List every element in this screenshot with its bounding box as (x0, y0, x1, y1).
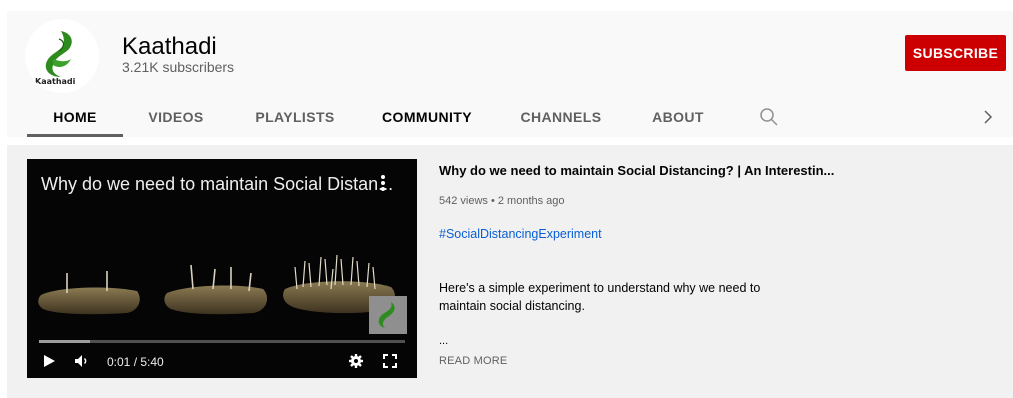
hashtag-link[interactable]: #SocialDistancingExperiment (439, 227, 602, 241)
more-vert-icon[interactable] (377, 173, 389, 195)
tab-about[interactable]: ABOUT (643, 97, 713, 137)
settings-icon[interactable] (347, 351, 365, 371)
read-more-button[interactable]: READ MORE (439, 355, 507, 367)
video-description: Here's a simple experiment to understand… (439, 281, 761, 313)
video-player[interactable]: Why do we need to maintain Social Distan… (27, 159, 417, 378)
chevron-right-icon[interactable] (976, 105, 1000, 129)
channel-name[interactable]: Kaathadi (122, 33, 217, 61)
tab-playlists[interactable]: PLAYLISTS (247, 97, 343, 137)
channel-watermark-icon[interactable] (369, 296, 407, 334)
video-progress-bar[interactable] (39, 340, 405, 343)
tab-channels[interactable]: CHANNELS (513, 97, 609, 137)
volume-icon[interactable] (73, 351, 91, 371)
tab-home[interactable]: HOME (27, 97, 123, 137)
player-title[interactable]: Why do we need to maintain Social Distan… (41, 174, 393, 195)
channel-avatar[interactable]: Kaathadi (25, 19, 99, 93)
featured-video-section: Why do we need to maintain Social Distan… (7, 145, 1013, 398)
video-progress-fill (39, 340, 91, 343)
play-icon[interactable] (41, 351, 57, 371)
description-ellipsis: ... (439, 335, 449, 347)
channel-page: Kaathadi Kaathadi 3.21K subscribers SUBS… (0, 0, 1013, 398)
video-time: 0:01 / 5:40 (107, 355, 164, 369)
search-icon[interactable] (757, 105, 781, 129)
subscriber-count: 3.21K subscribers (122, 59, 235, 75)
tab-community[interactable]: COMMUNITY (375, 97, 479, 137)
subscribe-button[interactable]: SUBSCRIBE (905, 35, 1006, 71)
video-thumbnail-image (38, 254, 395, 315)
channel-tabs: HOME VIDEOS PLAYLISTS COMMUNITY CHANNELS… (7, 97, 1013, 137)
fullscreen-icon[interactable] (381, 351, 399, 371)
featured-video-title[interactable]: Why do we need to maintain Social Distan… (439, 163, 834, 178)
channel-header: Kaathadi Kaathadi 3.21K subscribers SUBS… (7, 11, 1013, 137)
tab-videos[interactable]: VIDEOS (133, 97, 219, 137)
video-metadata: 542 views • 2 months ago (439, 195, 565, 207)
avatar-label: Kaathadi (35, 77, 76, 86)
